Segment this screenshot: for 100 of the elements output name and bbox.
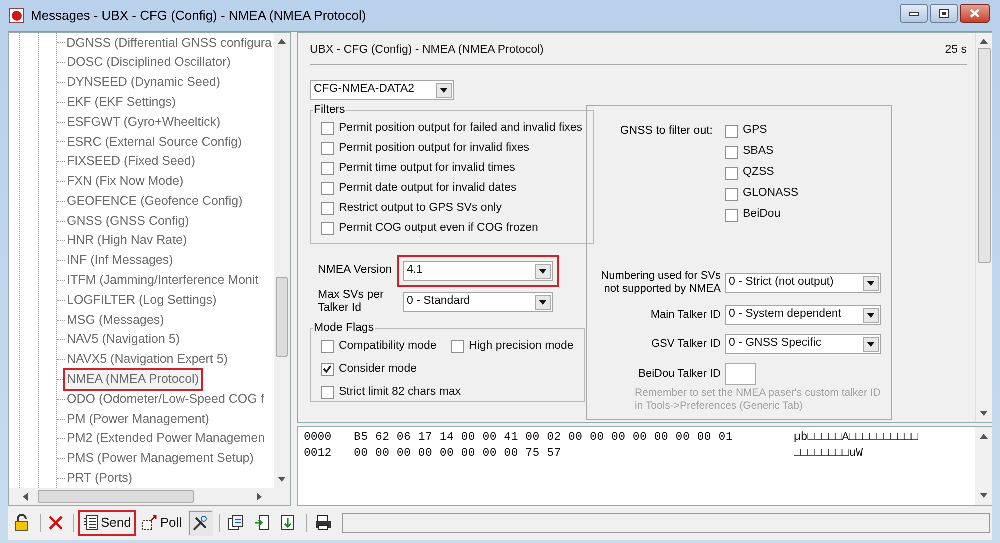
arrow-in-document-icon — [254, 515, 270, 531]
scrollbar[interactable] — [975, 33, 992, 422]
scroll-down-icon[interactable] — [980, 493, 988, 498]
tree-item[interactable]: DOSC (Disciplined Oscillator) — [65, 53, 233, 72]
tree-item[interactable]: HNR (High Nav Rate) — [65, 231, 190, 250]
window-title: Messages - UBX - CFG (Config) - NMEA (NMEA Protocol) — [31, 6, 366, 25]
checkbox[interactable] — [321, 182, 334, 195]
message-header: UBX - CFG (Config) - NMEA (NMEA Protocol) — [310, 42, 544, 58]
padlock-icon — [14, 514, 30, 532]
minimize-icon — [909, 12, 919, 16]
tree-item[interactable]: GNSS (GNSS Config) — [65, 212, 192, 230]
checkbox-label: GLONASS — [743, 186, 799, 202]
maximize-button[interactable] — [930, 4, 958, 23]
field-label: NMEA Version — [317, 263, 394, 278]
scroll-thumb[interactable] — [978, 48, 990, 263]
close-icon — [970, 9, 980, 18]
checkbox-label: Compatibility mode — [339, 338, 437, 354]
checkbox-label: SBAS — [743, 144, 774, 160]
checkbox[interactable] — [321, 222, 334, 235]
scroll-right-icon[interactable] — [257, 492, 262, 500]
hex-ascii: □□□□□□□□uW — [794, 446, 864, 462]
scrollbar[interactable] — [9, 488, 290, 505]
tree-item[interactable]: ESRC (External Source Config) — [65, 132, 244, 152]
checkbox[interactable] — [725, 146, 738, 158]
checkbox-label: High precision mode — [469, 338, 574, 354]
tree-item[interactable]: DYNSEED (Dynamic Seed) — [65, 73, 223, 92]
scroll-up-icon[interactable] — [980, 434, 988, 440]
tree-item[interactable]: DGNSS (Differential GNSS configura — [64, 34, 274, 52]
tree-item[interactable]: PM2 (Extended Power Managemen — [65, 429, 268, 448]
checkbox-label: Permit time output for invalid times — [339, 160, 516, 176]
scroll-thumb[interactable] — [38, 490, 194, 503]
tool-button[interactable] — [188, 510, 214, 536]
max-svs-select[interactable]: 0 - Standard — [403, 292, 553, 312]
tree-item[interactable]: PRT (Ports) — [65, 469, 135, 488]
option-select[interactable]: 0 - System dependent — [725, 305, 881, 325]
tree-item[interactable]: ODO (Odometer/Low-Speed COG f — [65, 390, 266, 409]
send-button[interactable]: Send — [78, 510, 136, 536]
close-button[interactable] — [960, 4, 990, 23]
hex-bytes: B5 62 06 17 14 00 00 41 00 02 00 00 00 00 00 00 00 01 — [354, 430, 734, 446]
scroll-thumb[interactable] — [276, 277, 288, 357]
restore-icon — [939, 9, 949, 18]
scrollbar[interactable] — [274, 33, 290, 488]
hex-bytes: 00 00 00 00 00 00 00 00 75 57 — [354, 446, 562, 462]
tree-item[interactable]: LOGFILTER (Log Settings) — [65, 290, 219, 310]
option-select[interactable]: 0 - Strict (not output) — [725, 273, 881, 293]
checkbox-label: Strict limit 82 chars max — [339, 384, 462, 400]
hint-text: Remember to set the NMEA paser's custom talker ID in Tools->Preferences (Generic Tab) — [635, 387, 882, 413]
tree-item[interactable]: PMS (Power Management Setup) — [65, 449, 256, 468]
checkbox[interactable] — [321, 142, 334, 155]
talker-id-field[interactable] — [725, 363, 756, 385]
checkbox[interactable] — [321, 202, 334, 215]
document-icon — [228, 515, 244, 531]
field-label: BeiDou Talker ID — [638, 366, 722, 382]
scroll-down-icon[interactable] — [278, 477, 286, 482]
hex-offset: 0000 — [304, 430, 333, 446]
tree-item[interactable]: MSG (Messages) — [65, 310, 166, 330]
checkbox[interactable] — [321, 362, 334, 376]
scroll-up-icon[interactable] — [980, 39, 988, 44]
field-label: GNSS to filter out: — [619, 124, 714, 139]
checkbox[interactable] — [725, 166, 738, 180]
checkbox[interactable] — [321, 122, 334, 135]
tree-item[interactable]: INF (Inf Messages) — [65, 251, 176, 270]
option-select[interactable]: 0 - GNSS Specific — [725, 334, 881, 354]
tree-item[interactable]: EKF (EKF Settings) — [65, 92, 178, 112]
group-title: Filters — [313, 103, 346, 118]
poll-button[interactable]: Poll — [138, 510, 186, 536]
field-label: Numbering used for SVs not supported by NMEA — [600, 270, 722, 296]
minimize-button[interactable] — [900, 4, 928, 23]
version-select[interactable]: 4.1 — [403, 261, 553, 281]
printer-icon — [315, 515, 332, 531]
arrow-down-document-icon — [280, 515, 296, 531]
scroll-up-icon[interactable] — [278, 39, 286, 44]
message-select[interactable]: CFG-NMEA-DATA2 — [310, 80, 454, 100]
tree-item[interactable]: GEOFENCE (Geofence Config) — [65, 192, 245, 211]
tree-item[interactable]: NAVX5 (Navigation Expert 5) — [65, 350, 230, 370]
tree-item[interactable]: ITFM (Jamming/Interference Monit — [65, 271, 261, 290]
tree-item[interactable]: ESFGWT (Gyro+Wheeltick) — [65, 112, 223, 132]
checkbox[interactable] — [725, 208, 738, 222]
checkbox[interactable] — [451, 340, 464, 353]
tree-item[interactable]: FXN (Fix Now Mode) — [65, 172, 186, 191]
tree-item[interactable]: PM (Power Management) — [65, 410, 212, 428]
tools-icon — [192, 514, 210, 532]
checkbox[interactable] — [321, 340, 334, 353]
tree-item[interactable]: NAV5 (Navigation 5) — [65, 330, 182, 350]
checkbox-label: BeiDou — [743, 207, 781, 222]
checkbox-label: Permit COG output even if COG frozen — [339, 220, 538, 236]
tree-item[interactable]: NMEA (NMEA Protocol) — [65, 370, 201, 389]
checkbox[interactable] — [321, 162, 334, 175]
checkbox-label: GPS — [743, 123, 768, 138]
checkbox[interactable] — [725, 124, 738, 138]
caret-icon — [867, 280, 875, 286]
scroll-down-icon[interactable] — [980, 411, 988, 416]
close-icon — [49, 516, 63, 530]
list-icon — [83, 515, 99, 531]
scrollbar[interactable] — [975, 427, 992, 505]
checkbox[interactable] — [725, 188, 738, 200]
checkbox-label: Restrict output to GPS SVs only — [339, 200, 502, 216]
tree-item[interactable]: FIXSEED (Fixed Seed) — [65, 152, 198, 172]
scroll-left-icon[interactable] — [23, 492, 28, 500]
checkbox[interactable] — [321, 386, 334, 399]
